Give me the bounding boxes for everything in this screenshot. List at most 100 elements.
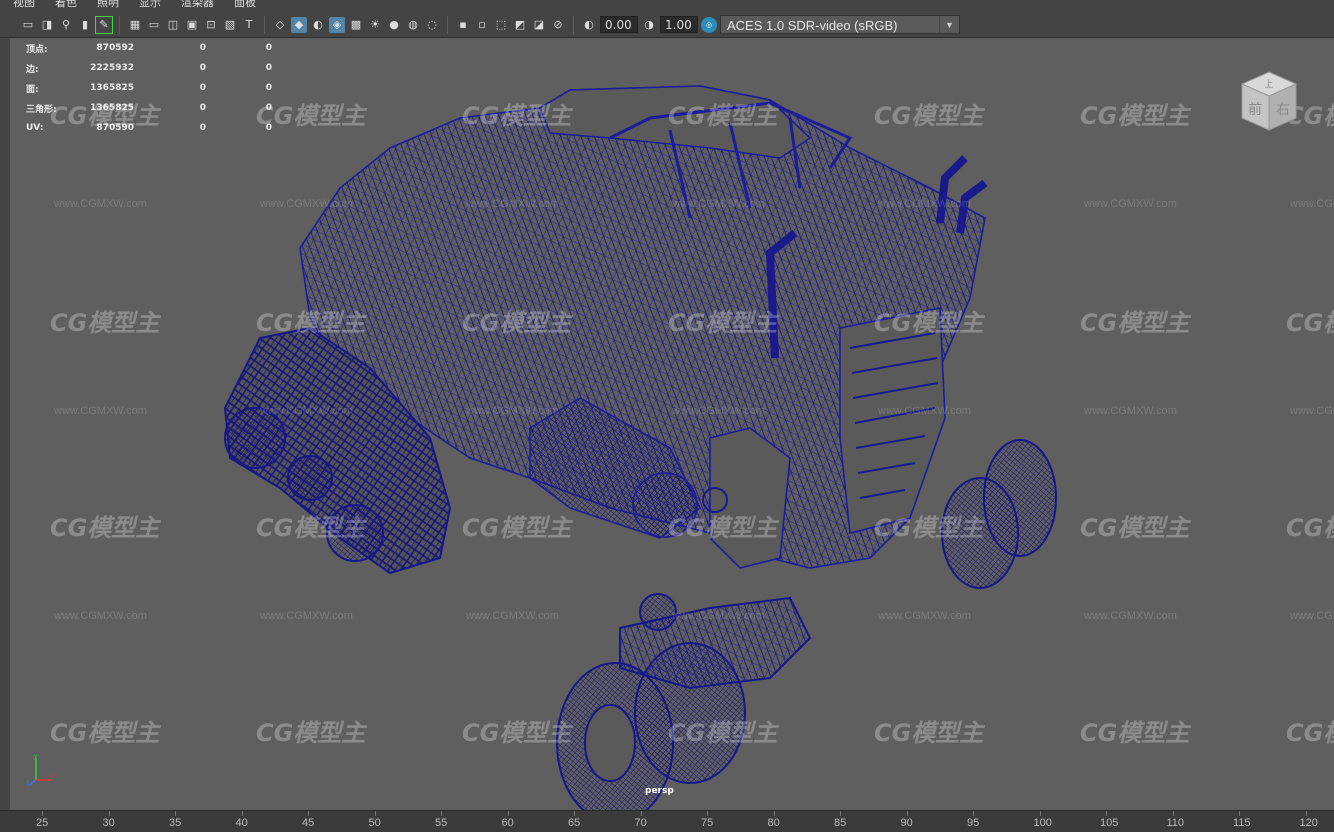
- watermark-logo: CG模型主: [668, 719, 778, 747]
- viewcube-icon[interactable]: 上 前 右: [1236, 68, 1302, 134]
- wireframe-model[interactable]: [10, 38, 1334, 810]
- watermark-url: www.CGMXW.com: [260, 198, 353, 210]
- isolate-select-icon[interactable]: ⬚: [493, 17, 509, 33]
- color-space-dropdown[interactable]: ACES 1.0 SDR-video (sRGB) ▼: [720, 15, 960, 34]
- resolution-gate-icon[interactable]: ◫: [165, 17, 181, 33]
- timeline-tick-label: 35: [169, 817, 182, 829]
- depth-of-field-icon[interactable]: ▫: [474, 17, 490, 33]
- time-slider[interactable]: 25 30 35 40 45 50 55 60 65 70 75 80 85 90 95 100 105 110 1…: [0, 810, 1334, 832]
- backface-icon[interactable]: ⊘: [550, 17, 566, 33]
- timeline-tick-label: 75: [701, 817, 714, 829]
- wireframe-on-shaded-icon[interactable]: ◈: [329, 16, 345, 33]
- safe-action-icon[interactable]: ▧: [222, 17, 238, 33]
- xray-icon[interactable]: ▩: [348, 17, 364, 33]
- toolbar-separator: [119, 15, 120, 34]
- smooth-shade-icon[interactable]: ◆: [291, 16, 307, 33]
- hud-label: 边:: [26, 64, 39, 75]
- grid-icon[interactable]: ▦: [127, 17, 143, 33]
- exposure-field[interactable]: 0.00: [600, 16, 638, 33]
- front-wheels: [556, 593, 812, 810]
- watermark-url: www.CGMXW.com: [878, 198, 971, 210]
- menu-item[interactable]: 视图: [13, 0, 35, 9]
- timeline-tick-mark: [241, 811, 243, 816]
- gamma-icon[interactable]: ◑: [641, 17, 657, 33]
- field-chart-icon[interactable]: ⊡: [203, 17, 219, 33]
- lights-icon[interactable]: ☀: [367, 17, 383, 33]
- watermark-logo: CG模型主: [50, 514, 160, 542]
- default-material-icon[interactable]: ◐: [310, 17, 326, 33]
- timeline-tick-mark: [773, 811, 775, 816]
- timeline-tick-mark: [1172, 811, 1174, 816]
- watermark-url: www.CGMXW.com: [1290, 610, 1334, 622]
- timeline-tick-label: 70: [634, 817, 647, 829]
- bookmark-icon[interactable]: ⚲: [58, 17, 74, 33]
- viewport[interactable]: 顶点: 870592 0 0 边: 2225932 0 0 面: 1365825 0 0 三角形: 136…: [10, 38, 1334, 810]
- chevron-down-icon[interactable]: ▼: [939, 16, 959, 33]
- watermark-url: www.CGMXW.com: [672, 198, 765, 210]
- color-space-label: ACES 1.0 SDR-video (sRGB): [727, 18, 898, 33]
- gamma-field[interactable]: 1.00: [660, 16, 698, 33]
- timeline-tick-mark: [108, 811, 110, 816]
- xray-joints-icon[interactable]: ◩: [512, 17, 528, 33]
- menu-item[interactable]: 显示: [139, 0, 161, 9]
- film-gate-icon[interactable]: ▭: [146, 17, 162, 33]
- watermark-url: www.CGMXW.com: [466, 405, 559, 417]
- timeline-tick-label: 120: [1299, 817, 1318, 829]
- timeline-tick-mark: [973, 811, 974, 816]
- grease-pencil-icon[interactable]: ✎: [95, 15, 113, 34]
- timeline-tick-label: 65: [568, 817, 581, 829]
- watermark-url: www.CGMXW.com: [1084, 405, 1177, 417]
- anti-alias-icon[interactable]: ▪: [455, 17, 471, 33]
- menu-item[interactable]: 渲染器: [181, 0, 214, 9]
- toolbar-separator: [447, 15, 448, 34]
- motion-blur-icon[interactable]: ◌: [424, 17, 440, 33]
- timeline-tick-label: 30: [102, 817, 115, 829]
- hud-row: 顶点: 870592 0 0: [26, 38, 272, 58]
- timeline-tick-label: 25: [36, 817, 49, 829]
- hud-label: 顶点:: [26, 44, 48, 55]
- color-management-icon[interactable]: ◎: [701, 16, 717, 33]
- watermark-url: www.CGMXW.com: [260, 405, 353, 417]
- axis-label-x: x: [51, 773, 55, 780]
- hud-v1: 1365825: [90, 83, 134, 93]
- watermark-logo: CG模型主: [462, 719, 572, 747]
- menu-item[interactable]: 着色: [55, 0, 77, 9]
- menu-item[interactable]: 面板: [234, 0, 256, 9]
- watermark-url: www.CGMXW.com: [466, 198, 559, 210]
- safe-title-icon[interactable]: T: [241, 17, 257, 33]
- menu-item[interactable]: 照明: [97, 0, 119, 9]
- timeline-tick-mark: [441, 811, 442, 816]
- hud-v3: 0: [265, 43, 272, 53]
- watermark-url: www.CGMXW.com: [54, 405, 147, 417]
- timeline-tick-mark: [707, 811, 708, 816]
- xray-active-icon[interactable]: ◪: [531, 17, 547, 33]
- timeline-tick-label: 105: [1100, 817, 1119, 829]
- gate-mask-icon[interactable]: ▣: [184, 17, 200, 33]
- timeline-tick-mark: [906, 811, 908, 816]
- timeline-tick-label: 85: [834, 817, 847, 829]
- watermark-url: www.CGMXW.com: [1084, 198, 1177, 210]
- watermark-logo: CG模型主: [1080, 719, 1190, 747]
- exposure-icon[interactable]: ◐: [581, 17, 597, 33]
- timeline-tick-label: 95: [967, 817, 980, 829]
- watermark-url: www.CGMXW.com: [466, 610, 559, 622]
- watermark-logo: CG模型主: [50, 102, 160, 130]
- wireframe-icon[interactable]: ◇: [272, 17, 288, 33]
- panel-menubar: 视图 着色 照明 显示 渲染器 面板: [0, 0, 1334, 12]
- shadows-icon[interactable]: ●: [386, 17, 402, 33]
- hud-v2: 0: [199, 63, 206, 73]
- camera-select-icon[interactable]: ▭: [20, 17, 36, 33]
- watermark-url: www.CGMXW.com: [878, 405, 971, 417]
- timeline-tick-mark: [308, 811, 309, 816]
- camera-attr-icon[interactable]: ◨: [39, 17, 55, 33]
- image-plane-icon[interactable]: ▮: [77, 17, 93, 33]
- viewcube-face-label[interactable]: 右: [1276, 102, 1290, 118]
- timeline-tick-label: 100: [1033, 817, 1052, 829]
- viewcube-face-label[interactable]: 前: [1248, 101, 1262, 118]
- hud-v3: 0: [265, 83, 272, 93]
- timeline-tick-mark: [507, 811, 509, 816]
- viewcube-face-label[interactable]: 上: [1264, 79, 1273, 90]
- ambient-occlusion-icon[interactable]: ◍: [405, 17, 421, 33]
- toolbar-separator: [573, 15, 574, 34]
- watermark-logo: CG模型主: [256, 514, 366, 542]
